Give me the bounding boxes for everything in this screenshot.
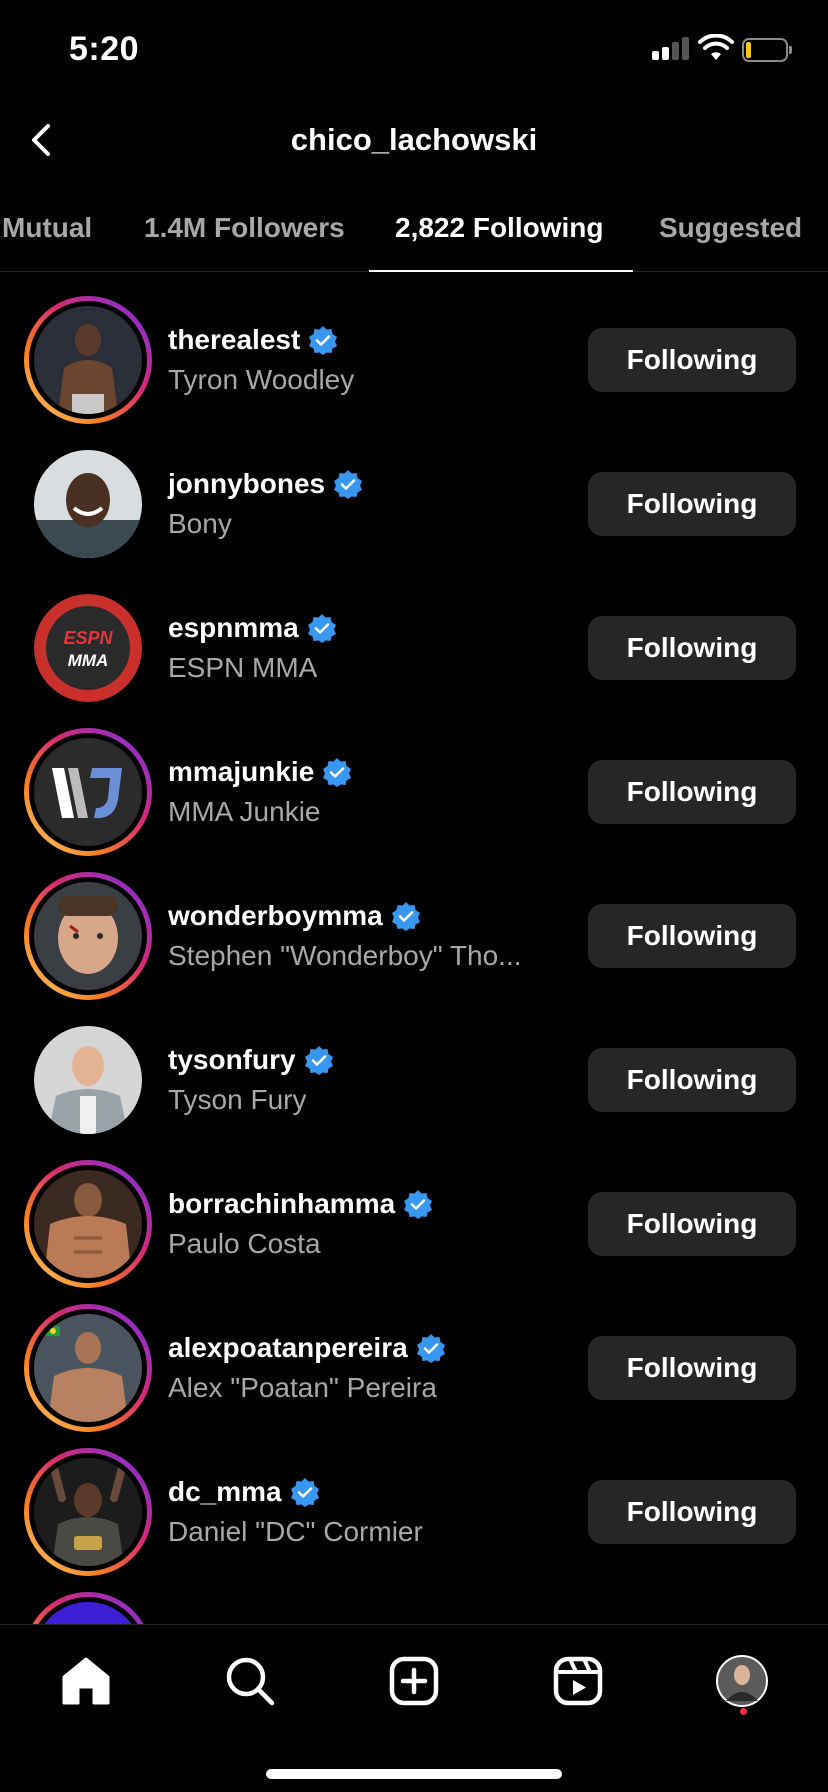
bottom-nav [0,1624,828,1792]
list-item[interactable]: borrachinhamma Paulo Costa Following [0,1152,828,1296]
tab-suggested[interactable]: Suggested [659,212,802,244]
following-list: therealest Tyron Woodley Following jonny… [0,288,828,1624]
username[interactable]: mmajunkie [168,756,314,788]
profile-avatar-icon[interactable] [714,1653,770,1709]
verified-badge-icon [391,902,420,931]
avatar [34,450,142,558]
full-name: Tyson Fury [168,1084,307,1115]
status-bar: 5:20 [0,0,828,100]
following-button[interactable]: Following [588,760,796,824]
search-icon[interactable] [222,1653,278,1709]
full-name: Stephen "Wonderboy" Tho... [168,940,522,971]
following-button[interactable]: Following [588,328,796,392]
username[interactable]: tysonfury [168,1044,296,1076]
reels-icon[interactable] [550,1653,606,1709]
avatar [34,1458,142,1566]
list-item[interactable]: ESPN MMA espnmma ESPN MMA Following [0,576,828,720]
notification-dot [740,1708,747,1715]
list-item[interactable]: mmajunkie MMA Junkie Following [0,720,828,864]
username[interactable]: borrachinhamma [168,1188,395,1220]
following-button[interactable]: Following [588,1192,796,1256]
list-item[interactable]: jonnybones Bony Following [0,432,828,576]
tab-mutual[interactable]: Mutual [2,212,92,244]
battery-icon [742,38,792,62]
username[interactable]: jonnybones [168,468,325,500]
full-name: ESPN MMA [168,652,318,683]
header: chico_lachowski [0,100,828,180]
verified-badge-icon [307,614,336,643]
avatar [34,882,142,990]
full-name: Paulo Costa [168,1228,321,1259]
story-ring[interactable] [24,1592,152,1624]
list-item[interactable] [0,1584,828,1624]
wifi-icon [698,34,734,60]
avatar-wrapper[interactable]: ESPN MMA [24,584,152,712]
verified-badge-icon [323,758,352,787]
tab-followers[interactable]: 1.4M Followers [144,212,345,244]
create-post-icon[interactable] [386,1653,442,1709]
following-button[interactable]: Following [588,904,796,968]
verified-badge-icon [290,1478,319,1507]
tab-following[interactable]: 2,822 Following [395,212,603,244]
username[interactable]: therealest [168,324,300,356]
verified-badge-icon [404,1190,433,1219]
list-item[interactable]: tysonfury Tyson Fury Following [0,1008,828,1152]
following-button[interactable]: Following [588,1336,796,1400]
following-button[interactable]: Following [588,1480,796,1544]
avatar-wrapper[interactable] [24,440,152,568]
active-tab-indicator [369,270,633,272]
home-indicator [266,1769,562,1779]
avatar [34,738,142,846]
battery-level [746,42,751,58]
avatar [34,306,142,414]
story-ring[interactable] [24,872,152,1000]
espn-logo-text: ESPN [63,628,113,648]
list-item[interactable]: dc_mma Daniel "DC" Cormier Following [0,1440,828,1584]
avatar [34,1170,142,1278]
avatar-wrapper[interactable] [24,1016,152,1144]
full-name: Tyron Woodley [168,364,355,395]
username[interactable]: espnmma [168,612,299,644]
verified-badge-icon [304,1046,333,1075]
story-ring[interactable] [24,296,152,424]
status-time: 5:20 [69,30,140,68]
verified-badge-icon [334,470,363,499]
full-name: Alex "Poatan" Pereira [168,1372,437,1403]
page-title: chico_lachowski [290,122,538,157]
following-button[interactable]: Following [588,472,796,536]
username[interactable]: wonderboymma [168,900,383,932]
story-ring[interactable] [24,1448,152,1576]
home-icon[interactable] [58,1653,114,1709]
full-name: MMA Junkie [168,796,321,827]
avatar: ESPN MMA [34,594,142,702]
tab-bar: Mutual 1.4M Followers 2,822 Following Su… [0,196,828,272]
avatar [34,1602,142,1624]
verified-badge-icon [309,326,338,355]
full-name: Daniel "DC" Cormier [168,1516,423,1547]
cellular-signal-icon [652,36,690,60]
list-item[interactable]: wonderboymma Stephen "Wonderboy" Tho... … [0,864,828,1008]
username[interactable]: alexpoatanpereira [168,1332,408,1364]
avatar [34,1026,142,1134]
following-button[interactable]: Following [588,1048,796,1112]
list-item[interactable]: alexpoatanpereira Alex "Poatan" Pereira … [0,1296,828,1440]
full-name: Bony [168,508,232,539]
following-button[interactable]: Following [588,616,796,680]
mma-logo-text: MMA [68,651,109,670]
username[interactable]: dc_mma [168,1476,282,1508]
avatar [34,1314,142,1422]
story-ring[interactable] [24,1304,152,1432]
story-ring[interactable] [24,1160,152,1288]
verified-badge-icon [416,1334,445,1363]
list-item[interactable]: therealest Tyron Woodley Following [0,288,828,432]
story-ring[interactable] [24,728,152,856]
